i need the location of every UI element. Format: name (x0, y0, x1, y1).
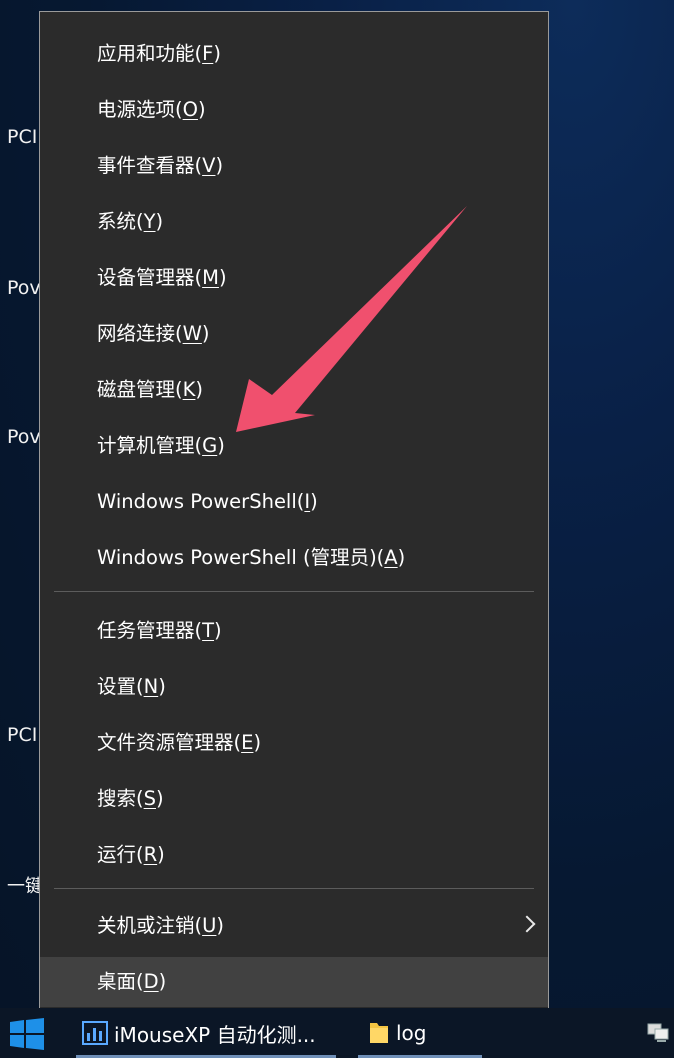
windows-logo-icon[interactable] (10, 1018, 44, 1050)
menu-item-powershell-admin[interactable]: Windows PowerShell (管理员)(A) (40, 533, 548, 583)
taskbar: iMouseXP 自动化测... log (0, 1008, 674, 1058)
desktop-icon-label: PCI (7, 126, 38, 148)
menu-item-device-manager[interactable]: 设备管理器(M) (40, 253, 548, 303)
menu-item-apps-features[interactable]: 应用和功能(F) (40, 29, 548, 79)
winx-context-menu: 应用和功能(F) 电源选项(O) 事件查看器(V) 系统(Y) 设备管理器(M)… (39, 11, 549, 1020)
desktop-icon-label: Pov (7, 277, 39, 299)
taskbar-app-label: iMouseXP 自动化测... (114, 1022, 316, 1047)
menu-item-computer-management[interactable]: 计算机管理(G) (40, 421, 548, 471)
menu-item-powershell[interactable]: Windows PowerShell(I) (40, 477, 548, 527)
menu-item-desktop[interactable]: 桌面(D) (40, 957, 548, 1007)
network-icon[interactable] (646, 1020, 670, 1044)
menu-item-file-explorer[interactable]: 文件资源管理器(E) (40, 718, 548, 768)
menu-item-network-connections[interactable]: 网络连接(W) (40, 309, 548, 359)
desktop-icon-label: PCI (7, 724, 38, 746)
taskbar-app-imousexp[interactable]: iMouseXP 自动化测... (76, 1008, 336, 1058)
chevron-right-icon (518, 915, 536, 933)
menu-item-disk-management[interactable]: 磁盘管理(K) (40, 365, 548, 415)
desktop-icon-label: Pov (7, 426, 39, 448)
menu-item-task-manager[interactable]: 任务管理器(T) (40, 606, 548, 656)
menu-item-shutdown-signout[interactable]: 关机或注销(U) (40, 901, 548, 951)
chart-app-icon (82, 1021, 108, 1045)
menu-item-run[interactable]: 运行(R) (40, 830, 548, 880)
menu-item-search[interactable]: 搜索(S) (40, 774, 548, 824)
taskbar-app-label: log (396, 1021, 427, 1045)
folder-icon (370, 1023, 388, 1043)
taskbar-app-log-folder[interactable]: log (358, 1008, 482, 1058)
menu-separator (54, 888, 534, 889)
menu-item-power-options[interactable]: 电源选项(O) (40, 85, 548, 135)
menu-separator (54, 591, 534, 592)
desktop-icon-label: 一键 (7, 876, 39, 897)
menu-item-event-viewer[interactable]: 事件查看器(V) (40, 141, 548, 191)
menu-item-system[interactable]: 系统(Y) (40, 197, 548, 247)
menu-item-settings[interactable]: 设置(N) (40, 662, 548, 712)
